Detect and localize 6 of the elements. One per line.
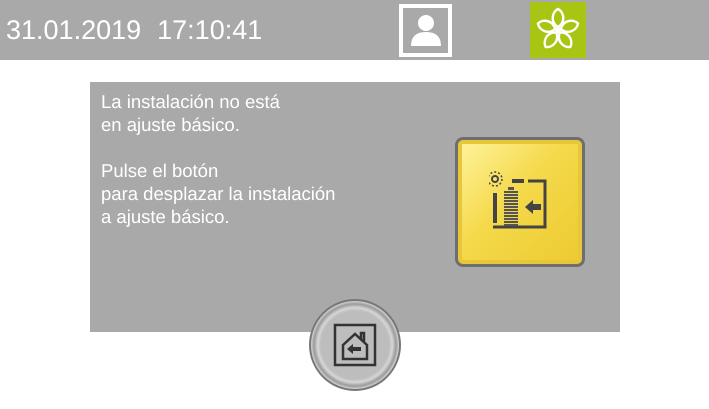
message-text: La instalación no está en ajuste básico.	[101, 90, 281, 136]
basic-position-button[interactable]	[455, 137, 585, 267]
time: 17:10:41	[157, 14, 262, 46]
person-icon	[408, 14, 443, 46]
message-text: Pulse el botón para desplazar la instalación a ajuste básico.	[101, 159, 336, 228]
date: 31.01.2019	[6, 14, 142, 46]
